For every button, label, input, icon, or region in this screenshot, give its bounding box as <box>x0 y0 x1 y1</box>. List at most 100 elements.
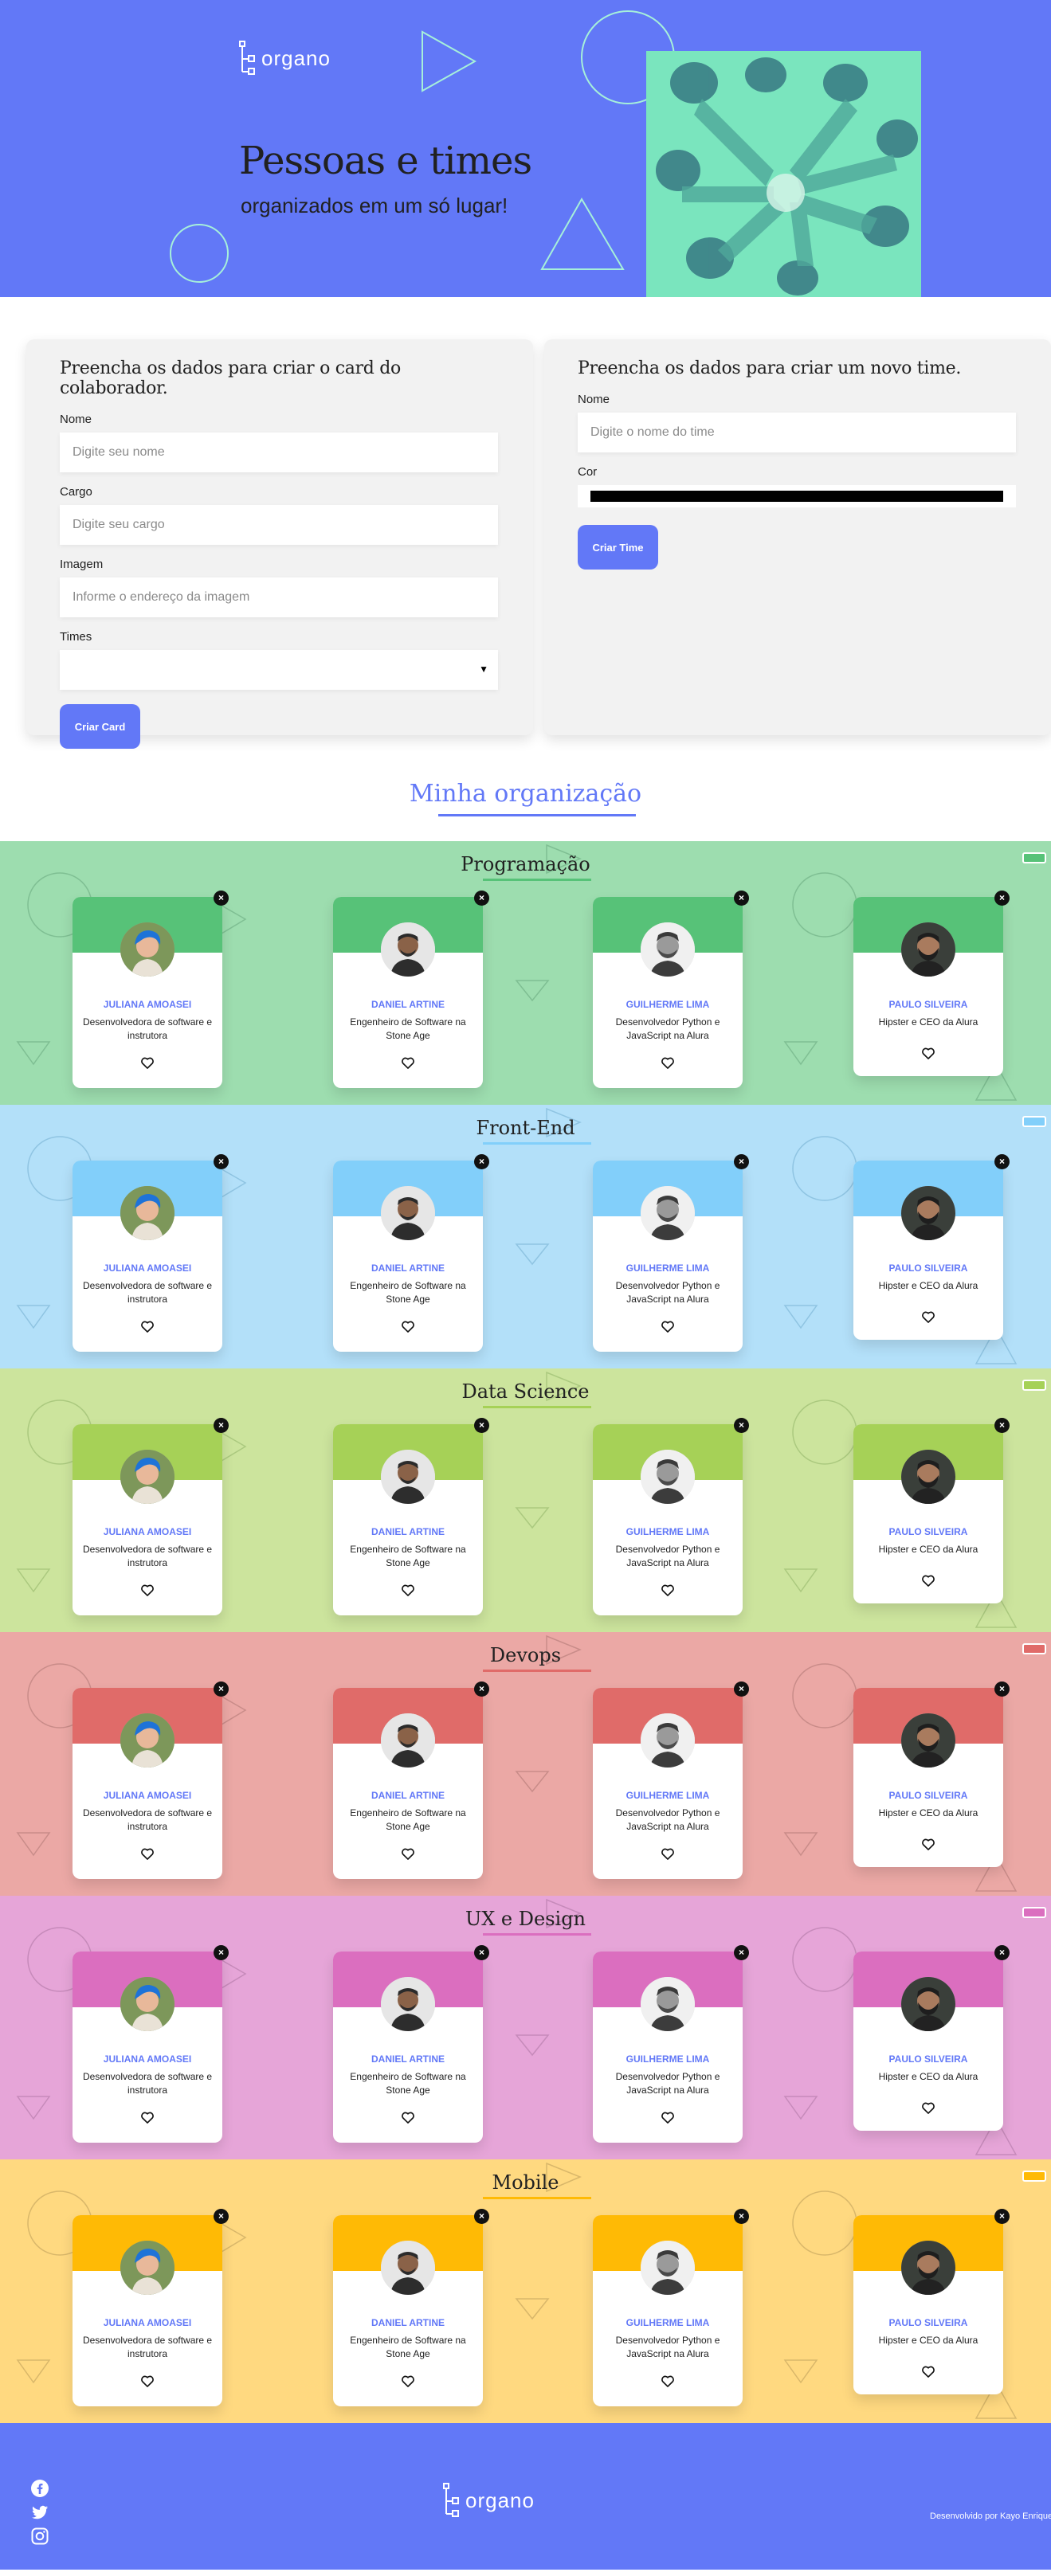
heart-outline-icon[interactable] <box>660 2109 676 2125</box>
facebook-icon[interactable] <box>30 2479 49 2498</box>
heart-outline-icon[interactable] <box>139 1582 155 1598</box>
collaborator-form: Preencha os dados para criar o card do c… <box>26 339 533 749</box>
team-title-underline <box>483 1933 591 1936</box>
avatar <box>120 1713 175 1768</box>
close-icon[interactable]: × <box>994 1681 1010 1697</box>
team-color-input[interactable] <box>1022 2171 1046 2182</box>
teams-select[interactable]: ▼ <box>60 650 498 690</box>
avatar <box>381 1713 435 1768</box>
avatar <box>381 2241 435 2295</box>
close-icon[interactable]: × <box>994 1154 1010 1169</box>
heart-outline-icon[interactable] <box>660 1318 676 1334</box>
heart-outline-icon[interactable] <box>139 1846 155 1862</box>
avatar <box>381 1450 435 1504</box>
heart-outline-icon[interactable] <box>400 1582 416 1598</box>
collaborator-role: Engenheiro de Software na Stone Age <box>350 1016 466 1041</box>
close-icon[interactable]: × <box>214 1418 229 1433</box>
collaborator-name-input[interactable] <box>60 433 498 472</box>
team-color-input[interactable] <box>1022 1116 1046 1127</box>
heart-outline-icon[interactable] <box>400 1846 416 1862</box>
avatar <box>901 1450 955 1504</box>
close-icon[interactable]: × <box>994 2209 1010 2224</box>
heart-outline-icon[interactable] <box>660 2373 676 2389</box>
team-color-input[interactable] <box>1022 1643 1046 1654</box>
close-icon[interactable]: × <box>734 2209 749 2224</box>
organo-logo-icon <box>239 41 255 75</box>
footer-logo[interactable]: organo <box>443 2482 535 2519</box>
avatar <box>641 1713 695 1768</box>
close-icon[interactable]: × <box>734 1418 749 1433</box>
close-icon[interactable]: × <box>994 891 1010 906</box>
header-logo[interactable]: organo <box>239 40 331 76</box>
team-section: Data Science × JULIANA AMOASEI Desenvolvedo… <box>0 1368 1051 1632</box>
heart-outline-icon[interactable] <box>920 2363 936 2379</box>
close-icon[interactable]: × <box>474 1418 489 1433</box>
team-color-picker[interactable] <box>578 485 1016 507</box>
heart-outline-icon[interactable] <box>400 2109 416 2125</box>
team-color-input[interactable] <box>1022 1907 1046 1918</box>
close-icon[interactable]: × <box>214 1945 229 1960</box>
team-name-label: Nome <box>578 393 610 406</box>
collaborator-name: GUILHERME LIMA <box>626 2053 710 2065</box>
close-icon[interactable]: × <box>474 2209 489 2224</box>
collaborator-image-input[interactable] <box>60 577 498 617</box>
heart-outline-icon[interactable] <box>920 1045 936 1061</box>
collaborator-role: Desenvolvedora de software e instrutora <box>82 1016 213 1041</box>
close-icon[interactable]: × <box>994 1945 1010 1960</box>
close-icon[interactable]: × <box>474 1154 489 1169</box>
heart-outline-icon[interactable] <box>660 1846 676 1862</box>
name-label: Nome <box>60 413 92 426</box>
heart-outline-icon[interactable] <box>139 1055 155 1071</box>
collaborator-name: PAULO SILVEIRA <box>888 2317 968 2328</box>
heart-outline-icon[interactable] <box>920 1309 936 1325</box>
avatar <box>641 1450 695 1504</box>
collaborator-role: Desenvolvedor Python e JavaScript na Alu… <box>615 1544 720 1568</box>
close-icon[interactable]: × <box>214 1681 229 1697</box>
hero-banner: organo Pessoas e times organizados em um… <box>0 0 1051 297</box>
heart-outline-icon[interactable] <box>660 1582 676 1598</box>
avatar <box>120 922 175 977</box>
collaborator-role-input[interactable] <box>60 505 498 545</box>
create-team-button[interactable]: Criar Time <box>578 525 658 570</box>
close-icon[interactable]: × <box>214 891 229 906</box>
close-icon[interactable]: × <box>734 1945 749 1960</box>
heart-outline-icon[interactable] <box>920 1836 936 1852</box>
close-icon[interactable]: × <box>734 891 749 906</box>
close-icon[interactable]: × <box>474 1681 489 1697</box>
collaborator-role: Hipster e CEO da Alura <box>878 1807 978 1818</box>
heart-outline-icon[interactable] <box>400 2373 416 2389</box>
close-icon[interactable]: × <box>474 891 489 906</box>
heart-outline-icon[interactable] <box>400 1055 416 1071</box>
collaborator-card: × DANIEL ARTINE Engenheiro de Software na … <box>333 1154 489 1352</box>
team-color-input[interactable] <box>1022 852 1046 863</box>
avatar <box>901 922 955 977</box>
team-title-underline <box>483 1670 591 1672</box>
close-icon[interactable]: × <box>474 1945 489 1960</box>
close-icon[interactable]: × <box>214 2209 229 2224</box>
organo-logo-icon <box>443 2483 459 2517</box>
heart-outline-icon[interactable] <box>139 2373 155 2389</box>
collaborator-role: Desenvolvedora de software e instrutora <box>82 2071 213 2096</box>
team-name-input[interactable] <box>578 413 1016 452</box>
heart-outline-icon[interactable] <box>400 1318 416 1334</box>
close-icon[interactable]: × <box>214 1154 229 1169</box>
instagram-icon[interactable] <box>30 2527 49 2546</box>
heart-outline-icon[interactable] <box>660 1055 676 1071</box>
heart-outline-icon[interactable] <box>920 2100 936 2116</box>
team-section: UX e Design × JULIANA AMOASEI Desenvolvedor… <box>0 1896 1051 2159</box>
heart-outline-icon[interactable] <box>139 1318 155 1334</box>
avatar <box>641 1977 695 2031</box>
heart-outline-icon[interactable] <box>139 2109 155 2125</box>
collaborator-card: × JULIANA AMOASEI Desenvolvedora de softwa… <box>73 1681 229 1879</box>
close-icon[interactable]: × <box>734 1681 749 1697</box>
team-color-input[interactable] <box>1022 1380 1046 1391</box>
collaborator-name: GUILHERME LIMA <box>626 1263 710 1274</box>
close-icon[interactable]: × <box>734 1154 749 1169</box>
create-card-button[interactable]: Criar Card <box>60 704 140 749</box>
collaborator-role: Desenvolvedor Python e JavaScript na Alu… <box>615 1807 720 1832</box>
heart-outline-icon[interactable] <box>920 1572 936 1588</box>
avatar <box>901 1713 955 1768</box>
avatar <box>901 2241 955 2295</box>
close-icon[interactable]: × <box>994 1418 1010 1433</box>
twitter-icon[interactable] <box>30 2503 49 2522</box>
